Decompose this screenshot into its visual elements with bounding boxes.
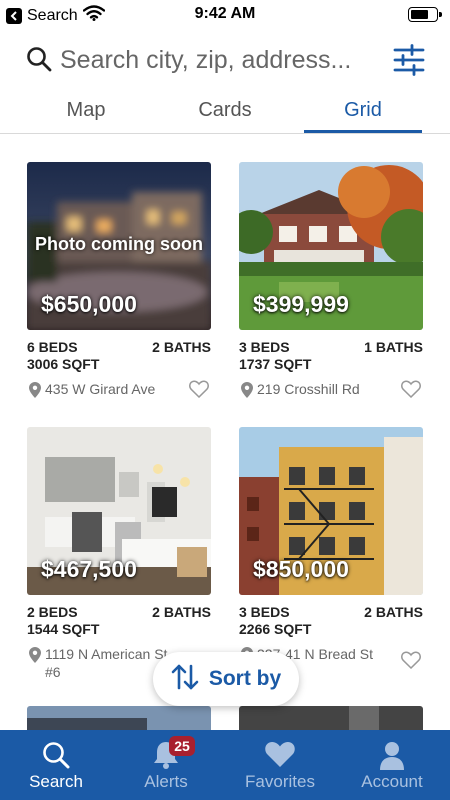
tab-map[interactable]: Map — [27, 92, 145, 134]
listing-beds: 2 BEDS — [27, 604, 78, 620]
search-input[interactable] — [60, 42, 380, 78]
listing-sqft: 1737 SQFT — [239, 356, 312, 372]
listing-sqft: 3006 SQFT — [27, 356, 100, 372]
favorite-heart-icon[interactable] — [189, 380, 209, 403]
listing-beds: 6 BEDS — [27, 339, 78, 355]
listing-address: 435 W Girard Ave — [45, 381, 156, 397]
listing-photo-partial — [239, 706, 423, 730]
heart-icon — [224, 740, 336, 770]
listing-sqft: 2266 SQFT — [239, 621, 312, 637]
nav-label: Alerts — [144, 772, 188, 791]
sort-arrows-icon — [171, 664, 199, 695]
listing-baths: 2 BATHS — [152, 604, 211, 620]
nav-label: Search — [29, 772, 83, 791]
listing-price: $467,500 — [41, 556, 137, 582]
location-pin-icon — [29, 647, 41, 668]
listing-card[interactable] — [27, 706, 211, 730]
nav-label: Account — [361, 772, 423, 791]
active-tab-indicator — [304, 130, 422, 133]
listing-specs: 3 BEDS 1 BATHS — [239, 339, 423, 356]
listing-photo[interactable] — [239, 706, 423, 730]
listing-beds: 3 BEDS — [239, 604, 290, 620]
bell-icon — [110, 740, 222, 770]
sort-button[interactable]: Sort by — [153, 652, 299, 706]
listing-address-row: 435 W Girard Ave — [27, 380, 211, 400]
listing-card[interactable]: $399,999 3 BEDS 1 BATHS 1737 SQFT 219 Cr… — [239, 162, 423, 400]
listing-specs: 3 BEDS 2 BATHS — [239, 604, 423, 621]
listing-sqft: 1544 SQFT — [27, 621, 100, 637]
listing-baths: 2 BATHS — [152, 339, 211, 355]
tab-cards[interactable]: Cards — [166, 92, 284, 134]
listing-address-row: 219 Crosshill Rd — [239, 380, 423, 400]
listing-card[interactable]: Photo coming soon $650,000 6 BEDS 2 BATH… — [27, 162, 211, 400]
listing-photo[interactable]: Photo coming soon $650,000 — [27, 162, 211, 330]
location-pin-icon — [241, 382, 253, 403]
favorite-heart-icon[interactable] — [401, 380, 421, 403]
listing-specs: 6 BEDS 2 BATHS — [27, 339, 211, 356]
nav-search[interactable]: Search — [0, 730, 112, 800]
listing-address: 219 Crosshill Rd — [257, 381, 360, 397]
listing-photo[interactable]: $399,999 — [239, 162, 423, 330]
battery-tip — [439, 12, 442, 17]
nav-alerts[interactable]: 25 Alerts — [110, 730, 222, 800]
listing-photo[interactable]: $467,500 — [27, 427, 211, 595]
listing-card[interactable]: $467,500 2 BEDS 2 BATHS 1544 SQFT 1119 N… — [27, 427, 211, 685]
bottom-nav: Search 25 Alerts Favorites Account — [0, 730, 450, 800]
view-tabs: Map Cards Grid — [0, 92, 450, 134]
photo-coming-soon-label: Photo coming soon — [35, 234, 203, 254]
nav-label: Favorites — [245, 772, 315, 791]
status-bar: Search 9:42 AM — [0, 0, 450, 30]
battery-level — [411, 10, 428, 19]
listing-price: $399,999 — [253, 291, 349, 317]
listing-beds: 3 BEDS — [239, 339, 290, 355]
alerts-count-badge: 25 — [169, 736, 195, 756]
status-time: 9:42 AM — [194, 5, 256, 22]
person-icon — [336, 740, 448, 770]
battery-icon — [408, 7, 442, 22]
listing-photo[interactable]: $850,000 — [239, 427, 423, 595]
listing-price: $850,000 — [253, 556, 349, 582]
favorite-heart-icon[interactable] — [401, 651, 421, 674]
listing-grid: Photo coming soon $650,000 6 BEDS 2 BATH… — [0, 134, 450, 730]
nav-favorites[interactable]: Favorites — [224, 730, 336, 800]
listing-photo-partial — [27, 706, 211, 730]
listing-specs: 2 BEDS 2 BATHS — [27, 604, 211, 621]
sort-label: Sort by — [208, 667, 282, 690]
listing-card[interactable]: $850,000 3 BEDS 2 BATHS 2266 SQFT 327-41… — [239, 427, 423, 670]
location-pin-icon — [29, 382, 41, 403]
search-icon — [0, 740, 112, 770]
nav-account[interactable]: Account — [336, 730, 448, 800]
tab-grid[interactable]: Grid — [304, 92, 422, 134]
listing-price: $650,000 — [41, 291, 137, 317]
listing-photo[interactable] — [27, 706, 211, 730]
search-bar — [0, 38, 450, 82]
search-icon — [26, 46, 52, 77]
filter-sliders-icon[interactable] — [392, 44, 426, 76]
listing-card[interactable] — [239, 706, 423, 730]
listing-baths: 1 BATHS — [364, 339, 423, 355]
listing-baths: 2 BATHS — [364, 604, 423, 620]
